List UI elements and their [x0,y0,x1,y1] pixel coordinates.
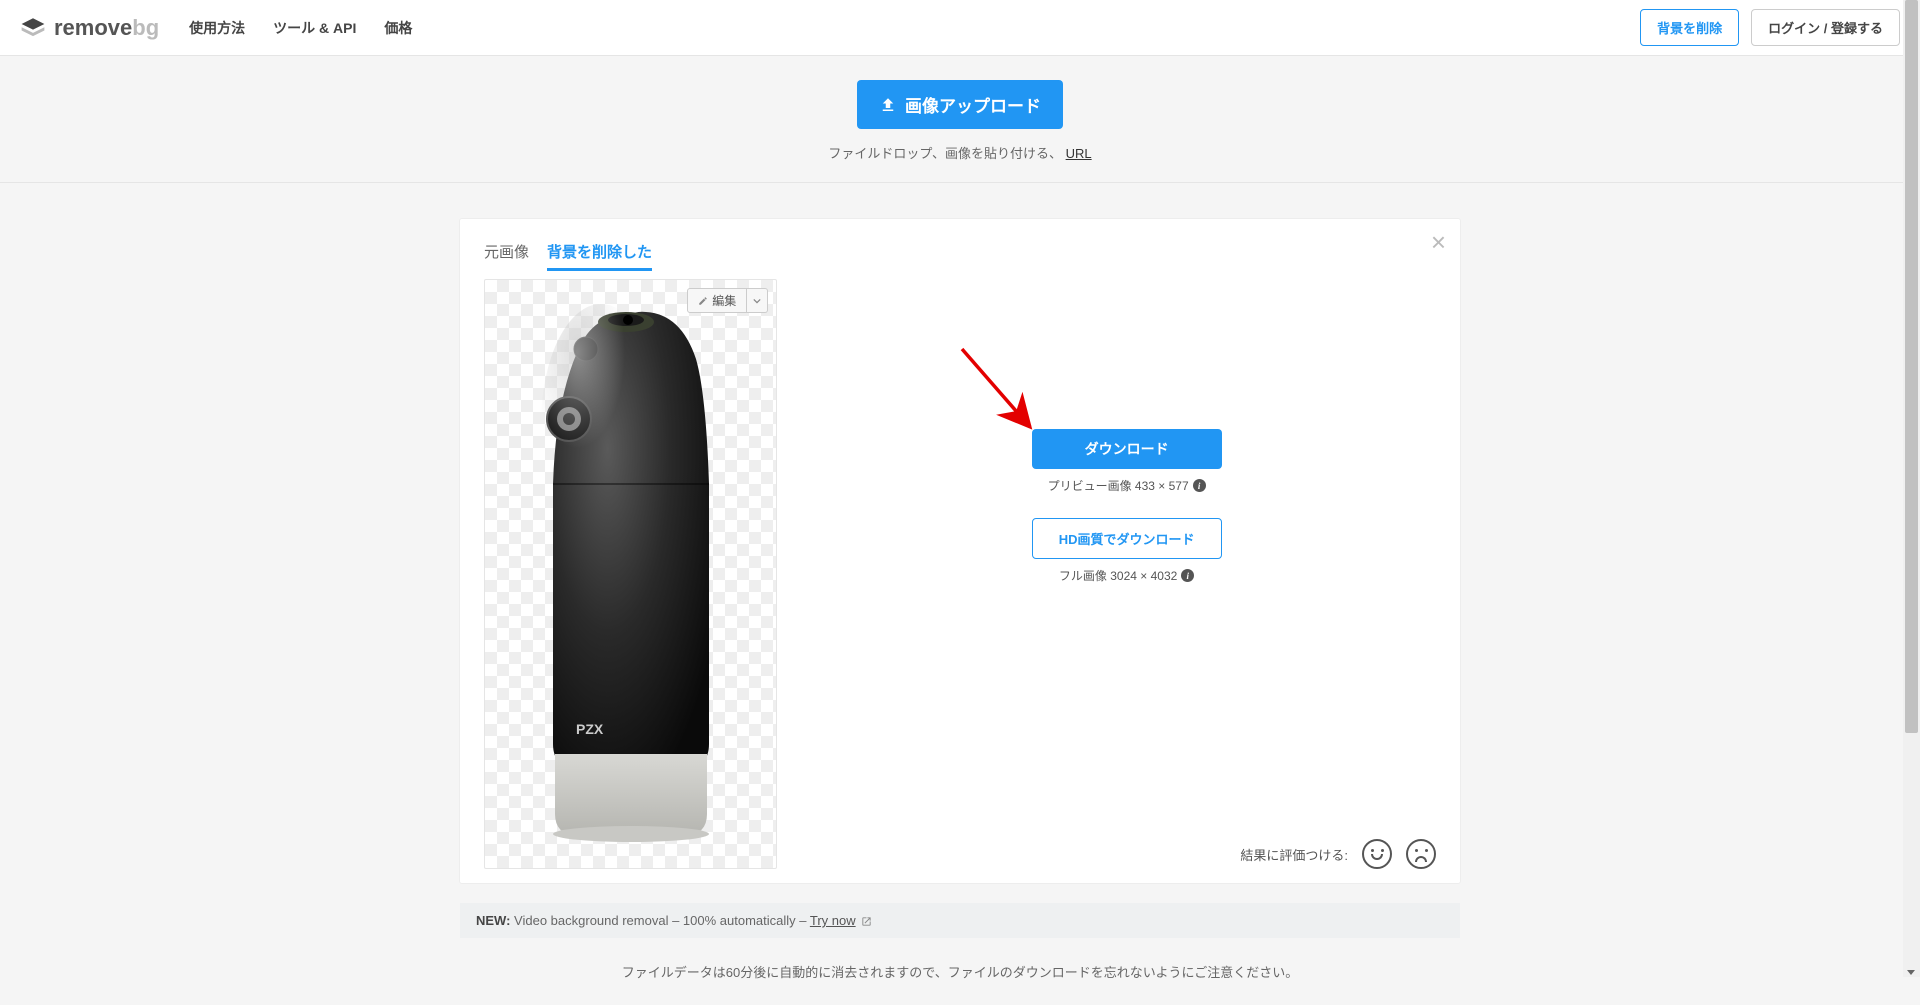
full-dimensions: フル画像 3024 × 4032 i [1059,567,1194,584]
header-left: removebg 使用方法 ツール & API 価格 [20,15,412,41]
logo-text-main: remove [54,15,132,40]
new-badge: NEW: [476,913,510,928]
nav: 使用方法 ツール & API 価格 [189,18,412,38]
right-panel: ダウンロード プリビュー画像 433 × 577 i HD画質でダウンロード フ… [817,279,1436,869]
logo-icon [20,15,46,41]
smile-icon [1364,849,1390,852]
nav-tools-api[interactable]: ツール & API [273,18,356,38]
preview-dimensions: プリビュー画像 433 × 577 i [1048,477,1206,494]
info-icon[interactable]: i [1181,569,1194,582]
banner-text: Video background removal – 100% automati… [510,913,809,928]
content-row: 編集 [484,279,1436,869]
svg-text:PZX: PZX [576,721,604,737]
rating-label: 結果に評価つける: [1240,845,1348,864]
upload-image-button[interactable]: 画像アップロード [857,80,1063,129]
upload-hint-text: ファイルドロップ、画像を貼り付ける、 [828,146,1062,161]
new-banner: NEW: Video background removal – 100% aut… [460,903,1460,938]
result-card: × 元画像 背景を削除した 編集 [460,219,1460,883]
edit-button-group: 編集 [687,288,768,313]
upload-icon [879,96,897,114]
logo-text-suffix: bg [132,15,159,40]
header: removebg 使用方法 ツール & API 価格 背景を削除 ログイン / … [0,0,1920,56]
edit-dropdown-button[interactable] [747,288,768,313]
scrollbar-down-icon [1907,970,1915,975]
upload-section: 画像アップロード ファイルドロップ、画像を貼り付ける、 URL [0,56,1920,183]
try-now-link[interactable]: Try now [810,913,856,928]
scrollbar[interactable] [1903,0,1920,977]
logo[interactable]: removebg [20,15,159,41]
nav-usage[interactable]: 使用方法 [189,18,245,38]
chevron-down-icon [753,297,761,305]
remove-bg-button[interactable]: 背景を削除 [1640,9,1739,46]
upload-button-label: 画像アップロード [905,92,1041,117]
footer-note: ファイルデータは60分後に自動的に消去されますので、ファイルのダウンロードを忘れ… [0,938,1920,1005]
image-panel: 編集 [484,279,777,869]
close-icon[interactable]: × [1431,229,1446,255]
edit-button-label: 編集 [712,292,736,309]
rate-bad-button[interactable] [1406,839,1436,869]
edit-button[interactable]: 編集 [687,288,747,313]
rating-row: 結果に評価つける: [1240,839,1436,869]
pencil-icon [698,296,708,306]
upload-hint: ファイルドロップ、画像を貼り付ける、 URL [0,143,1920,162]
header-right: 背景を削除 ログイン / 登録する [1640,9,1900,46]
tab-removed[interactable]: 背景を削除した [547,241,652,271]
tabs: 元画像 背景を削除した [484,241,1436,271]
tab-original[interactable]: 元画像 [484,241,529,271]
login-register-button[interactable]: ログイン / 登録する [1751,9,1900,46]
info-icon[interactable]: i [1193,479,1206,492]
scrollbar-thumb[interactable] [1905,0,1918,733]
product-image: PZX [501,304,761,844]
rate-good-button[interactable] [1362,839,1392,869]
download-button[interactable]: ダウンロード [1032,429,1222,469]
hd-download-button[interactable]: HD画質でダウンロード [1032,518,1222,559]
upload-url-link[interactable]: URL [1066,146,1092,161]
frown-icon [1408,849,1434,852]
arrow-annotation [952,339,1052,449]
nav-pricing[interactable]: 価格 [384,18,412,38]
main-area: × 元画像 背景を削除した 編集 [0,183,1920,903]
external-link-icon [861,916,872,927]
